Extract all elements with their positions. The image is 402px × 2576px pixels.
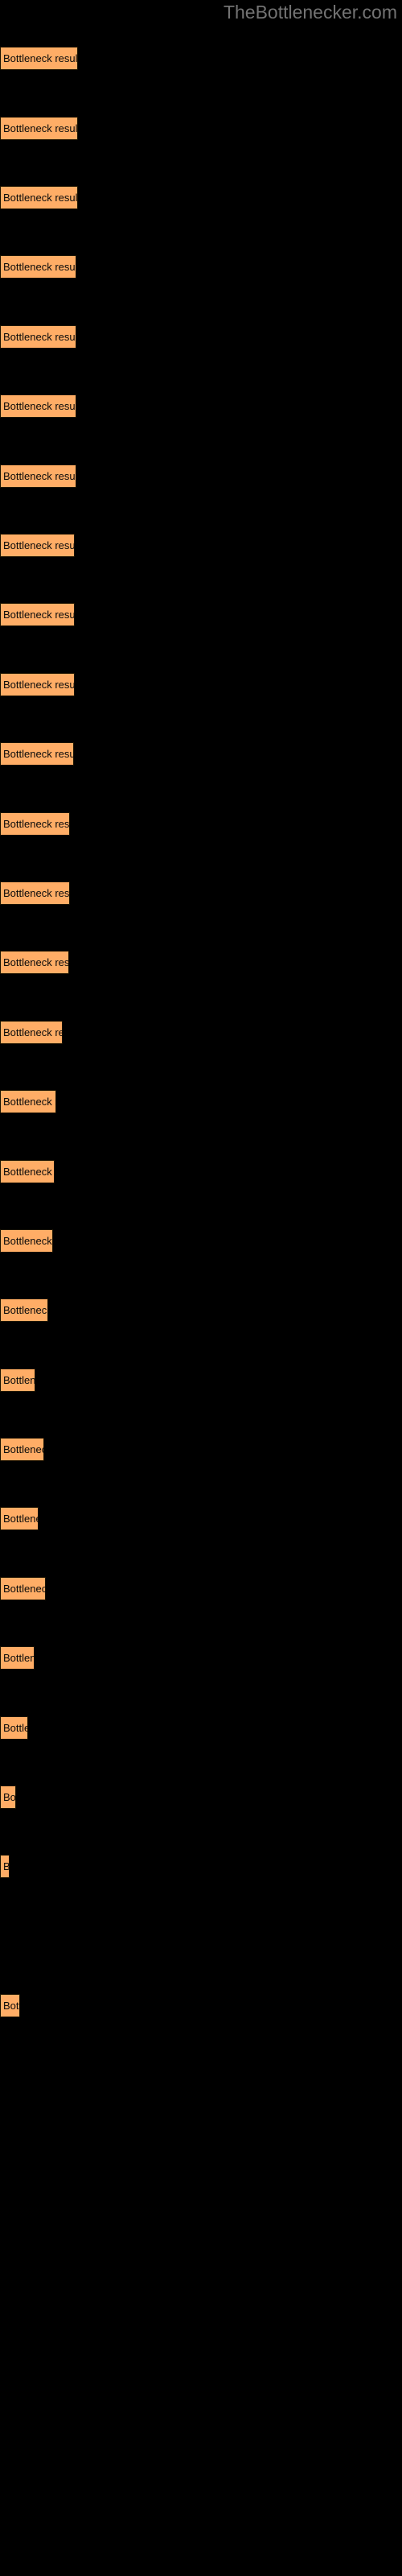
- bar-clip: Bottleneck result: [0, 1785, 16, 1809]
- chart-bar[interactable]: [0, 742, 74, 766]
- chart-bar[interactable]: [0, 464, 76, 488]
- bar-clip: Bottleneck result: [0, 534, 75, 557]
- bar-clip: Bottleneck result: [0, 1298, 48, 1322]
- bar-row: Bottleneck result: [0, 255, 402, 279]
- bar-clip: Bottleneck result: [0, 1368, 35, 1392]
- bar-row: Bottleneck result: [0, 1090, 402, 1113]
- bar-row: Bottleneck result: [0, 673, 402, 696]
- chart-bar[interactable]: [0, 881, 70, 905]
- bar-row: Bottleneck result: [0, 1438, 402, 1461]
- bar-row: Bottleneck result: [0, 464, 402, 488]
- bar-row: [0, 1925, 402, 1948]
- chart-bar[interactable]: [0, 394, 76, 418]
- bar-row: Bottleneck result: [0, 117, 402, 140]
- chart-bar[interactable]: [0, 1646, 35, 1670]
- bar-row: Bottleneck result: [0, 534, 402, 557]
- bar-row: Bottleneck result: [0, 1855, 402, 1878]
- chart-bar[interactable]: [0, 534, 75, 557]
- chart-bar[interactable]: [0, 1577, 46, 1600]
- bar-row: Bottleneck result: [0, 1716, 402, 1740]
- bar-clip: Bottleneck result: [0, 117, 78, 140]
- bar-clip: Bottleneck result: [0, 1716, 28, 1740]
- bar-clip: Bottleneck result: [0, 742, 74, 766]
- bar-row: Bottleneck result: [0, 1646, 402, 1670]
- chart-bar[interactable]: [0, 1298, 48, 1322]
- bar-clip: Bottleneck result: [0, 1160, 55, 1183]
- bar-clip: Bottleneck result: [0, 47, 78, 70]
- bar-clip: Bottleneck result: [0, 1438, 44, 1461]
- bar-clip: Bottleneck result: [0, 394, 76, 418]
- bottleneck-bar-chart: TheBottlenecker.com Bottleneck result Bot…: [0, 0, 402, 2576]
- chart-bar[interactable]: [0, 951, 69, 974]
- bar-clip: Bottleneck result: [0, 1229, 53, 1253]
- chart-bar[interactable]: [0, 673, 75, 696]
- chart-bar[interactable]: [0, 1368, 35, 1392]
- bar-clip: Bottleneck result: [0, 603, 75, 626]
- chart-bar[interactable]: [0, 1994, 20, 2017]
- bar-row: Bottleneck result: [0, 394, 402, 418]
- bar-clip: Bottleneck result: [0, 1507, 39, 1530]
- bar-clip: Bottleneck result: [0, 186, 78, 209]
- bar-row: Bottleneck result: [0, 1577, 402, 1600]
- bar-row: Bottleneck result: [0, 1507, 402, 1530]
- chart-bar[interactable]: [0, 1229, 53, 1253]
- bar-row: Bottleneck result: [0, 1021, 402, 1044]
- bar-clip: Bottleneck result: [0, 1577, 46, 1600]
- bar-row: Bottleneck result: [0, 47, 402, 70]
- chart-bar[interactable]: [0, 186, 78, 209]
- bar-clip: Bottleneck result: [0, 812, 70, 836]
- chart-bar[interactable]: [0, 812, 70, 836]
- bar-clip: Bottleneck result: [0, 1021, 63, 1044]
- bar-row: Bottleneck result: [0, 1160, 402, 1183]
- chart-bar[interactable]: [0, 47, 78, 70]
- bar-clip: Bottleneck result: [0, 464, 76, 488]
- bar-row: Bottleneck result: [0, 1785, 402, 1809]
- chart-bar[interactable]: [0, 1785, 16, 1809]
- chart-bar[interactable]: [0, 325, 76, 349]
- chart-bar[interactable]: [0, 1507, 39, 1530]
- bar-clip: Bottleneck result: [0, 1994, 20, 2017]
- chart-bar[interactable]: [0, 1716, 28, 1740]
- chart-bar[interactable]: [0, 1090, 56, 1113]
- bar-row: Bottleneck result: [0, 325, 402, 349]
- chart-bar[interactable]: [0, 1160, 55, 1183]
- bar-row: Bottleneck result: [0, 186, 402, 209]
- bar-clip: Bottleneck result: [0, 1855, 10, 1878]
- bar-row: Bottleneck result: [0, 951, 402, 974]
- bar-row: Bottleneck result: [0, 1994, 402, 2017]
- bar-row: Bottleneck result: [0, 812, 402, 836]
- bar-clip: Bottleneck result: [0, 673, 75, 696]
- bar-row: Bottleneck result: [0, 1298, 402, 1322]
- chart-bar[interactable]: [0, 1855, 10, 1878]
- bar-row: Bottleneck result: [0, 603, 402, 626]
- chart-bar[interactable]: [0, 1438, 44, 1461]
- bar-clip: Bottleneck result: [0, 1090, 56, 1113]
- bar-clip: Bottleneck result: [0, 951, 69, 974]
- bar-clip: Bottleneck result: [0, 1646, 35, 1670]
- bar-clip: Bottleneck result: [0, 881, 70, 905]
- bar-clip: Bottleneck result: [0, 325, 76, 349]
- bar-row: Bottleneck result: [0, 1368, 402, 1392]
- bar-row: Bottleneck result: [0, 742, 402, 766]
- chart-bar[interactable]: [0, 603, 75, 626]
- chart-bar[interactable]: [0, 117, 78, 140]
- chart-bar[interactable]: [0, 1021, 63, 1044]
- bar-clip: Bottleneck result: [0, 255, 76, 279]
- chart-plot-area: Bottleneck result Bottleneck result Bottle…: [0, 0, 402, 2576]
- chart-bar[interactable]: [0, 255, 76, 279]
- bar-row: Bottleneck result: [0, 1229, 402, 1253]
- bar-row: Bottleneck result: [0, 881, 402, 905]
